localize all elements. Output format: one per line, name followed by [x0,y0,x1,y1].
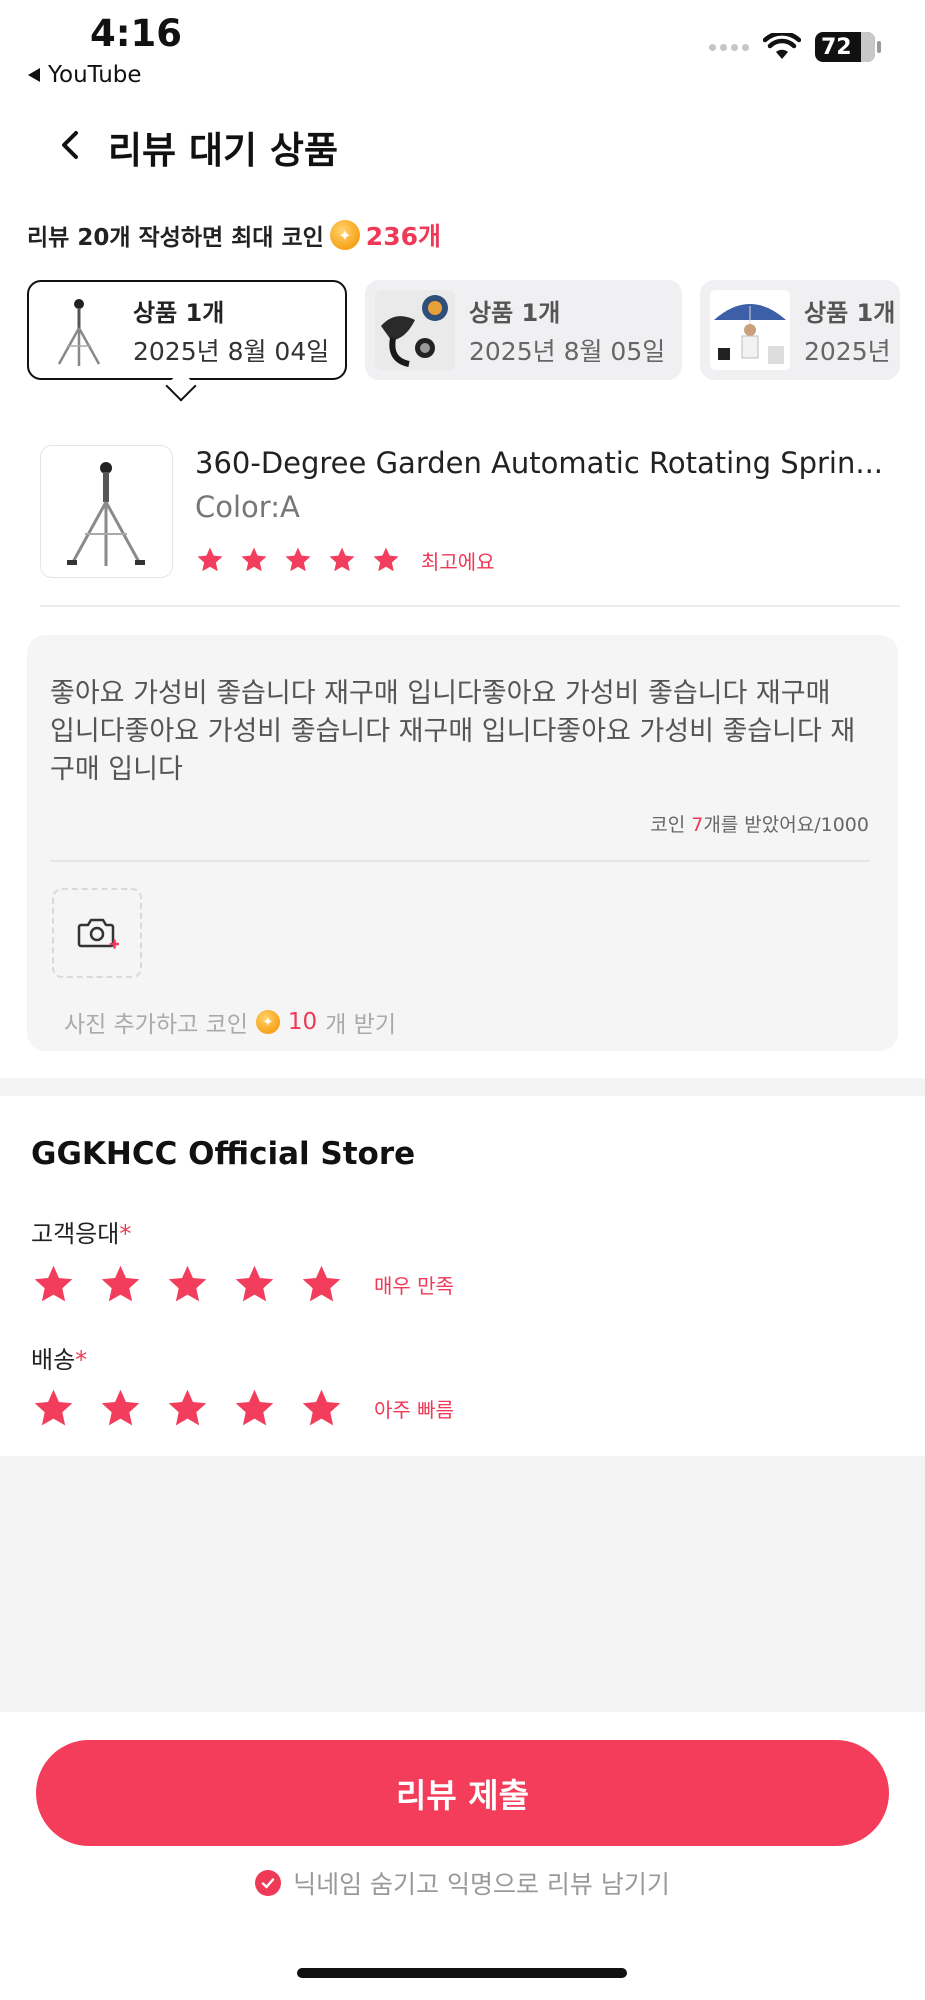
anonymous-label: 닉네임 숨기고 익명으로 리뷰 남기기 [293,1870,670,1899]
delivery-rating[interactable]: 아주 빠름 [31,1386,454,1431]
product-tab-count: 상품 1개 [804,298,896,327]
back-triangle-icon [28,68,40,82]
back-to-app-link[interactable]: YouTube [28,62,142,88]
product-tab-date: 2025년 [804,336,891,366]
product-tab-3[interactable]: 상품 1개 2025년 [700,280,900,380]
product-rating[interactable]: 최고에요 [195,545,495,575]
product-tab-2[interactable]: 상품 1개 2025년 8월 05일 [365,280,682,380]
star-icon[interactable] [299,1386,344,1431]
star-icon[interactable] [31,1386,76,1431]
submit-review-button[interactable]: 리뷰 제출 [36,1740,889,1846]
back-arrow-icon[interactable] [52,125,92,165]
product-tab-count: 상품 1개 [469,298,561,327]
delivery-rating-label: 아주 빠름 [374,1398,454,1422]
back-app-label: YouTube [48,62,142,88]
coin-counter: 코인 7개를 받았어요/1000 [650,810,869,837]
service-label: 고객응대* [31,1214,131,1249]
star-icon[interactable] [327,545,357,575]
wifi-icon [763,33,801,59]
store-name: GGKHCC Official Store [31,1136,416,1172]
status-time: 4:16 [90,12,183,55]
photo-hint-prefix: 사진 추가하고 코인 [64,1012,248,1038]
service-rating[interactable]: 매우 만족 [31,1262,454,1307]
coin-icon: ✦ [329,220,360,250]
product-variant: Color:A [195,490,300,524]
status-icons: 72 [709,32,881,62]
check-circle-icon[interactable] [255,1870,282,1896]
promo-banner: 리뷰 20개 작성하면 최대 코인 ✦ 236개 [27,217,441,253]
battery-level: 72 [821,34,852,60]
battery-icon: 72 [815,32,881,62]
product-name: 360-Degree Garden Automatic Rotating Spr… [195,446,884,480]
star-icon[interactable] [283,545,313,575]
coin-icon: ✦ [255,1010,280,1034]
coin-counter-suffix: 개를 받았어요/1000 [703,814,869,836]
star-icon[interactable] [165,1262,210,1307]
add-photo-button[interactable] [52,888,142,978]
home-indicator [297,1968,627,1978]
star-icon[interactable] [195,545,225,575]
product-tab-1[interactable]: 상품 1개 2025년 8월 04일 [27,280,347,380]
review-text[interactable]: 좋아요 가성비 좋습니다 재구매 입니다좋아요 가성비 좋습니다 재구매 입니다… [50,675,860,789]
tripod-sprinkler-thumbnail [39,290,119,370]
coin-counter-prefix: 코인 [650,814,692,836]
star-icon[interactable] [299,1262,344,1307]
star-icon[interactable] [98,1386,143,1431]
star-icon[interactable] [98,1262,143,1307]
service-label-text: 고객응대 [31,1220,120,1248]
product-tab-date: 2025년 8월 04일 [133,336,330,366]
divider [40,605,900,607]
required-mark: * [119,1220,132,1248]
required-mark: * [75,1346,88,1374]
umbrella-hat-thumbnail [710,290,790,370]
star-icon[interactable] [232,1262,277,1307]
coin-counter-count: 7 [691,814,704,836]
delivery-label: 배송* [31,1340,87,1375]
delivery-label-text: 배송 [31,1346,76,1374]
photo-hint-suffix: 개 받기 [325,1012,396,1038]
promo-amount: 236개 [365,222,441,251]
divider [50,860,870,862]
camera-plus-icon [77,918,119,949]
hose-reel-thumbnail [375,290,455,370]
photo-hint-amount: 10 [287,1009,318,1035]
promo-text: 리뷰 20개 작성하면 최대 코인 [27,225,324,251]
photo-hint: 사진 추가하고 코인 ✦ 10 개 받기 [64,1005,396,1039]
product-tab-date: 2025년 8월 05일 [469,336,666,366]
signal-icon [709,43,749,51]
page-title: 리뷰 대기 상품 [108,129,339,172]
star-icon[interactable] [371,545,401,575]
star-icon[interactable] [232,1386,277,1431]
anonymous-option[interactable]: 닉네임 숨기고 익명으로 리뷰 남기기 [0,1865,925,1901]
product-tab-count: 상품 1개 [133,298,225,327]
star-icon[interactable] [165,1386,210,1431]
service-rating-label: 매우 만족 [374,1274,454,1298]
product-rating-label: 최고에요 [421,549,495,574]
product-image [40,445,173,578]
star-icon[interactable] [239,545,269,575]
star-icon[interactable] [31,1262,76,1307]
